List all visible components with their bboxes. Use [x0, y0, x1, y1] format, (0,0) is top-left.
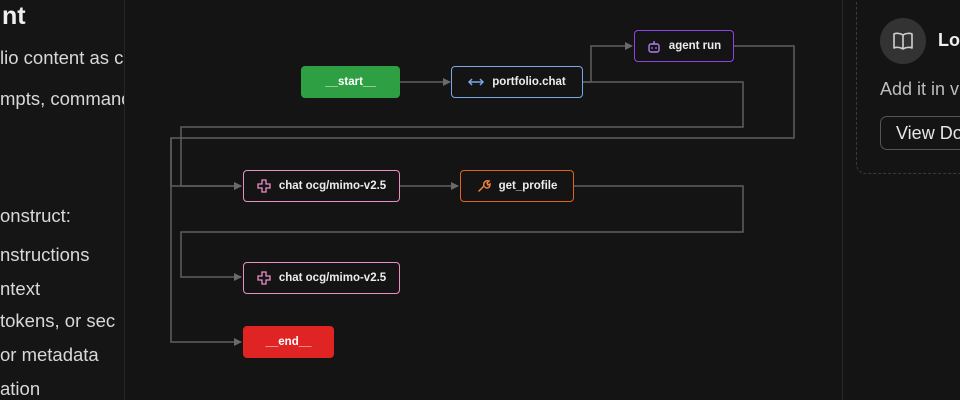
node-get-profile[interactable]: get_profile — [460, 170, 574, 202]
panel-heading: nt — [2, 2, 26, 30]
book-icon — [893, 32, 913, 50]
node-end[interactable]: __end__ — [243, 326, 334, 358]
text-line: mpts, command — [0, 88, 125, 109]
node-label: __end__ — [265, 336, 312, 348]
node-start[interactable]: __start__ — [301, 66, 400, 98]
robot-icon — [648, 40, 660, 53]
node-chat-model[interactable]: chat ocg/mimo-v2.5 — [243, 262, 400, 294]
node-label: chat ocg/mimo-v2.5 — [278, 272, 387, 284]
text-line: onstruct: — [0, 205, 71, 226]
node-label: agent run — [668, 40, 722, 52]
node-label: chat ocg/mimo-v2.5 — [278, 180, 387, 192]
card-title: Lo — [938, 30, 960, 50]
list-item: tokens, or sec — [0, 310, 116, 331]
text-line: lio content as c — [0, 47, 124, 68]
list-item: nstructions — [0, 244, 90, 265]
left-content-panel: nt lio content as c mpts, command onstru… — [0, 0, 125, 400]
node-portfolio-chat[interactable]: portfolio.chat — [451, 66, 583, 98]
book-avatar — [880, 18, 926, 64]
app-root: nt lio content as c mpts, command onstru… — [0, 0, 960, 400]
card-description: Add it in v — [880, 79, 960, 99]
model-icon — [257, 179, 271, 193]
right-side-panel: Lo Add it in v View Do — [843, 0, 960, 400]
list-item: ation — [0, 378, 41, 399]
edge-portfolio-agent — [583, 42, 633, 83]
node-label: __start__ — [325, 76, 376, 88]
list-item: ntext — [0, 278, 41, 299]
node-chat-model[interactable]: chat ocg/mimo-v2.5 — [243, 170, 400, 202]
graph-canvas[interactable]: __start__ portfolio.chat agent run chat … — [125, 0, 842, 400]
node-label: get_profile — [498, 180, 558, 192]
arrows-left-right-icon — [468, 78, 485, 86]
view-docs-button[interactable]: View Do — [880, 116, 960, 150]
list-item: or metadata — [0, 344, 99, 365]
node-label: portfolio.chat — [492, 76, 566, 88]
model-icon — [257, 271, 271, 285]
node-agent-run[interactable]: agent run — [634, 30, 734, 62]
wrench-icon — [477, 180, 491, 192]
